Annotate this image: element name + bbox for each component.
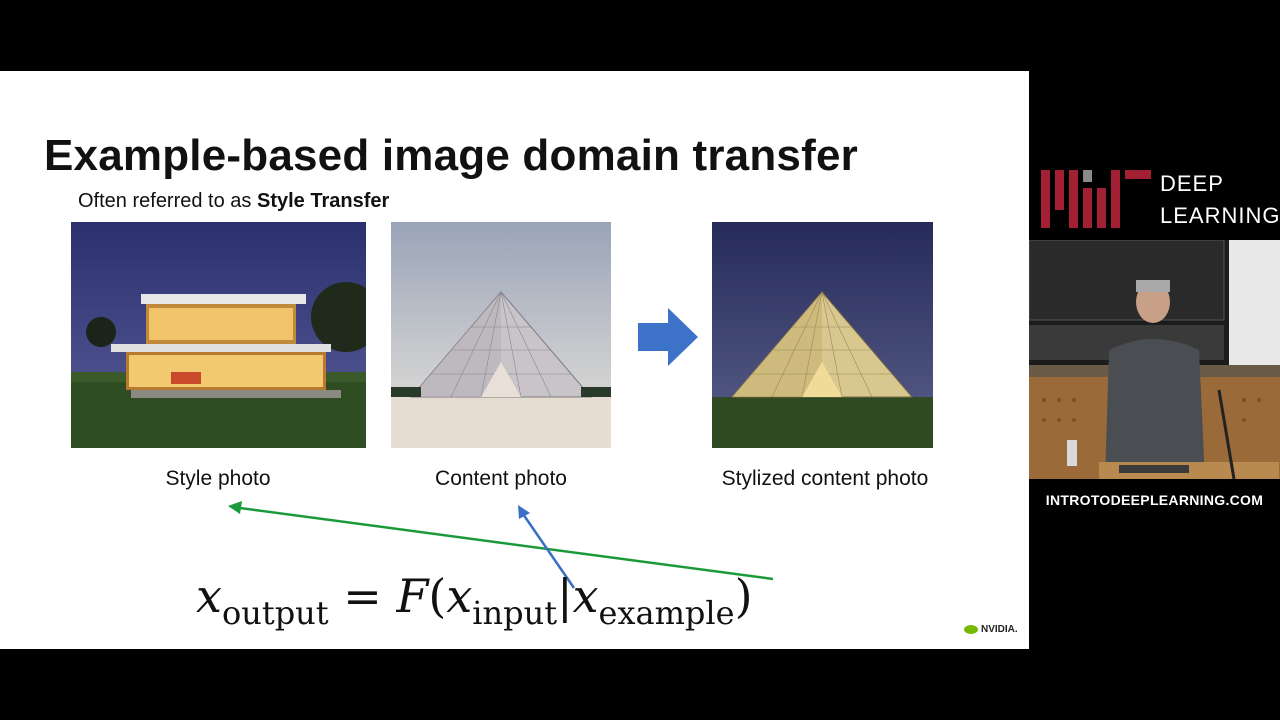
course-url[interactable]: INTROTODEEPLEARNING.COM — [1029, 492, 1280, 508]
lecturer-video — [1029, 240, 1280, 479]
eq-bar: | — [557, 569, 573, 623]
eq-equals: = — [343, 569, 382, 623]
eq-open-paren: ( — [428, 569, 447, 623]
eq-input-sub: input — [472, 594, 558, 632]
green-arrow-head — [228, 501, 242, 514]
equation: xoutput = F(xinput|xexample) — [196, 569, 753, 632]
mit-deep-learning-logo: DEEP LEARNING — [1029, 162, 1280, 240]
logo-line-1: DEEP — [1160, 171, 1224, 196]
logo-text: DEEP LEARNING — [1160, 168, 1280, 232]
logo-line-2: LEARNING — [1160, 203, 1280, 228]
eq-close-paren: ) — [734, 569, 753, 623]
course-url-bar: INTROTODEEPLEARNING.COM — [1029, 479, 1280, 524]
slide: Example-based image domain transfer Ofte… — [0, 71, 1029, 649]
eq-example-var: x — [572, 569, 599, 623]
eq-lhs-var: x — [196, 569, 222, 623]
nvidia-logo: NVIDIA. — [964, 624, 1018, 635]
eq-example-sub: example — [598, 594, 735, 632]
mit-logo-icon — [1041, 170, 1151, 228]
eq-lhs-sub: output — [221, 594, 329, 632]
nvidia-logo-text: NVIDIA. — [981, 624, 1018, 635]
eq-input-var: x — [446, 569, 473, 623]
eq-func: F — [396, 569, 429, 623]
annotation-arrows — [228, 501, 774, 589]
nvidia-eye-icon — [964, 625, 978, 634]
